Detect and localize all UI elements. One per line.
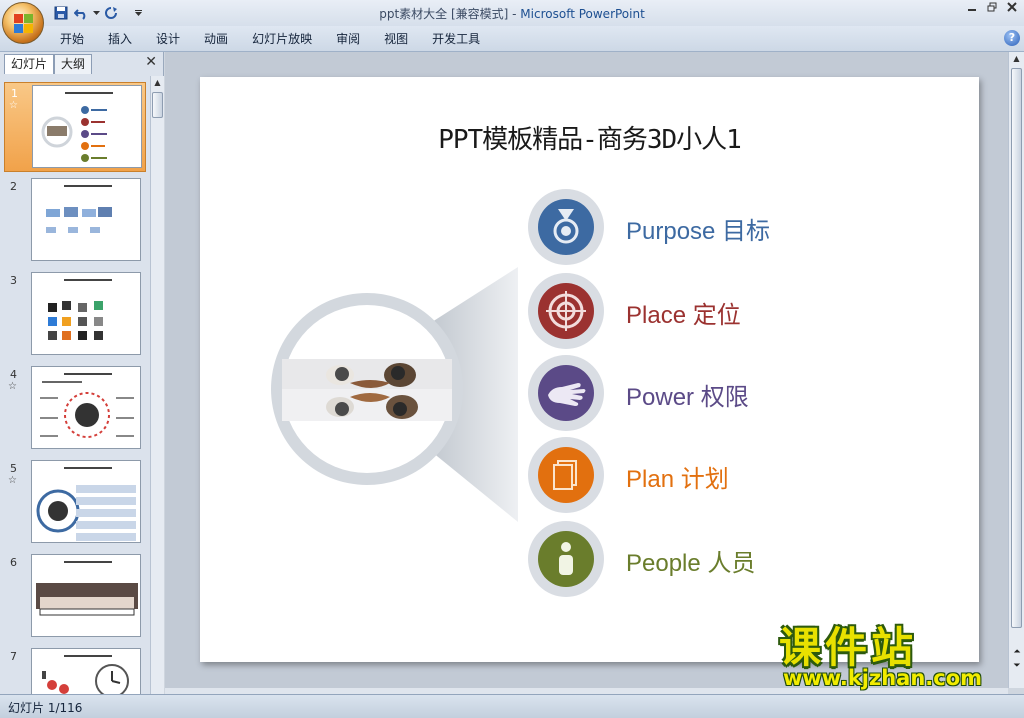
thumbnail-graphic [41,92,113,162]
thumbnail-preview [31,460,141,543]
thumbnail-graphic [42,655,129,694]
target-icon [538,283,594,339]
office-button[interactable] [2,2,44,44]
tab-developer[interactable]: 开发工具 [420,30,492,48]
item-label: Power 权限 [626,384,749,411]
window-controls [964,2,1020,16]
pane-tabs: 幻灯片 大纲 [2,54,162,74]
slide-thumbnail-1[interactable]: 1 ☆ [4,82,146,172]
ribbon-tabs: 开始 插入 设计 动画 幻灯片放映 审阅 视图 开发工具 [48,30,492,48]
thumbnail-graphic [40,373,134,438]
thumbnail-number: 2 [10,180,17,193]
list-item-people[interactable]: People 人员 [528,521,908,597]
tab-animations[interactable]: 动画 [192,30,240,48]
slide-editing-area[interactable]: PPT模板精品-商务3D小人1 Purpose 目标 Place 定位 Powe… [165,52,1008,688]
thumbnail-graphic [48,279,112,340]
help-button[interactable]: ? [1004,30,1020,46]
person-icon [538,531,594,587]
icon-ring [528,437,604,513]
item-label: Purpose 目标 [626,218,771,245]
slide-scrollbar[interactable]: ▲ ⏶ ⏷ [1008,52,1024,688]
slide-thumbnail-4[interactable]: 4 ☆ [4,364,146,454]
thumbnail-preview [31,366,141,449]
thumbnail-preview [31,554,141,637]
thumbnail-preview [31,648,141,694]
close-pane-button[interactable]: ✕ [145,54,157,70]
tab-slide-show[interactable]: 幻灯片放映 [240,30,324,48]
item-label: Plan 计划 [626,466,729,493]
scroll-up-button[interactable]: ▲ [1010,52,1023,66]
thumbnail-scrollbar[interactable]: ▲ [150,76,164,694]
close-window-button[interactable] [1004,2,1020,16]
hand-icon [538,365,594,421]
slide-thumbnail-list: 1 ☆ 2 3 4 ☆ 5 ☆ 6 7 [0,76,150,694]
thumbnail-number: 1 [11,87,18,100]
slide-thumbnail-6[interactable]: 6 [4,552,146,642]
animation-star-icon: ☆ [9,100,18,111]
tab-slides[interactable]: 幻灯片 [4,54,55,74]
site-watermark: 课件站 www.kjzhan.com [775,614,1015,694]
thumbnail-preview [32,85,142,168]
slide-thumbnail-2[interactable]: 2 [4,176,146,266]
icon-ring [528,189,604,265]
slides-pane: 幻灯片 大纲 ✕ 1 ☆ 2 3 4 ☆ 5 ☆ 6 7 ▲ [0,52,164,694]
scroll-thumb[interactable] [1011,68,1022,628]
status-bar: 幻灯片 1/116 [0,694,1024,718]
slide-counter: 幻灯片 1/116 [8,701,83,715]
item-label: Place 定位 [626,302,741,329]
thumbnail-graphic [46,185,112,233]
scroll-up-button[interactable]: ▲ [151,76,164,90]
animation-star-icon: ☆ [8,475,17,486]
thumbnail-preview [31,178,141,261]
restore-button[interactable] [984,2,1000,16]
item-label: People 人员 [626,550,756,577]
thumbnail-graphic [36,467,136,541]
medal-icon [538,199,594,255]
thumbnail-graphic [36,561,138,616]
title-bar: ppt素材大全 [兼容模式] - Microsoft PowerPoint [0,0,1024,44]
document-title: ppt素材大全 [兼容模式] [379,7,509,21]
thumbnail-number: 5 [10,462,17,475]
list-item-power[interactable]: Power 权限 [528,355,908,431]
icon-ring [528,273,604,349]
list-item-place[interactable]: Place 定位 [528,273,908,349]
window-title: ppt素材大全 [兼容模式] - Microsoft PowerPoint [0,5,1024,22]
thumbnail-number: 6 [10,556,17,569]
slide-thumbnail-3[interactable]: 3 [4,270,146,360]
document-icon [538,447,594,503]
tab-outline[interactable]: 大纲 [54,54,93,74]
scroll-thumb[interactable] [152,92,163,118]
application-name: Microsoft PowerPoint [520,7,645,21]
tab-insert[interactable]: 插入 [96,30,144,48]
thumbnail-number: 7 [10,650,17,663]
ribbon-tab-bar: 开始 插入 设计 动画 幻灯片放映 审阅 视图 开发工具 ? [0,26,1024,52]
list-item-purpose[interactable]: Purpose 目标 [528,189,908,265]
list-item-plan[interactable]: Plan 计划 [528,437,908,513]
tab-review[interactable]: 审阅 [324,30,372,48]
tab-design[interactable]: 设计 [144,30,192,48]
title-separator: - [508,7,521,21]
watermark-url: www.kjzhan.com [783,666,983,690]
thumbnail-number: 4 [10,368,17,381]
minimize-icon [968,9,976,11]
animation-star-icon: ☆ [8,381,17,392]
slide-thumbnail-5[interactable]: 5 ☆ [4,458,146,548]
close-icon [1007,2,1017,12]
thumbnail-preview [31,272,141,355]
icon-ring [528,521,604,597]
tab-home[interactable]: 开始 [48,30,96,48]
tab-view[interactable]: 视图 [372,30,420,48]
thumbnail-number: 3 [10,274,17,287]
restore-icon [987,2,997,12]
minimize-button[interactable] [964,2,980,16]
3d-people-handshake-image [282,359,452,421]
icon-ring [528,355,604,431]
slide-canvas[interactable]: PPT模板精品-商务3D小人1 Purpose 目标 Place 定位 Powe… [200,77,979,662]
office-logo-icon [14,14,34,34]
slide-thumbnail-7[interactable]: 7 [4,646,146,694]
